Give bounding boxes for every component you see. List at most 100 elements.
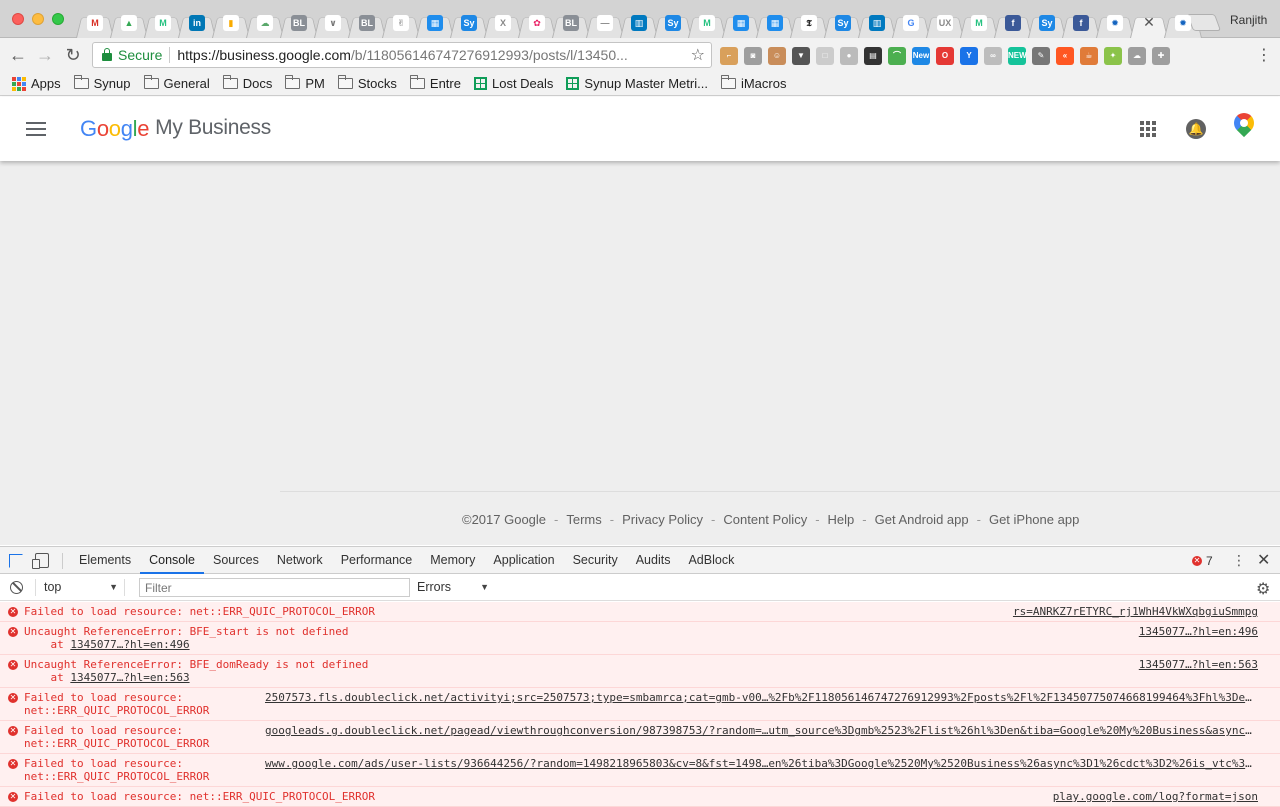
tab-audits[interactable]: Audits [627, 547, 680, 574]
browser-tab[interactable]: BL [554, 7, 588, 38]
dot-icon[interactable]: ● [840, 47, 858, 65]
arrow-icon[interactable]: « [1056, 47, 1074, 65]
browser-tab[interactable]: ▥ [622, 7, 656, 38]
browser-tab[interactable]: ▦ [724, 7, 758, 38]
window-close-button[interactable] [12, 13, 24, 25]
grammarly-new-icon[interactable]: NEW [1008, 47, 1027, 65]
tab-performance[interactable]: Performance [332, 547, 422, 574]
java-icon[interactable]: ☕ [1080, 47, 1098, 65]
bookmark-star-icon[interactable]: ☆ [691, 45, 705, 65]
browser-tab[interactable]: M [146, 7, 180, 38]
error-counter[interactable]: ✕ 7 [1192, 554, 1213, 568]
browser-tab[interactable]: Sy [826, 7, 860, 38]
browser-tab[interactable]: ☁ [248, 7, 282, 38]
context-selector[interactable]: top ▼ [35, 579, 125, 596]
source-link[interactable]: 1345077…?hl=en:563 [1139, 658, 1258, 671]
footer-link[interactable]: Content Policy [723, 512, 807, 527]
browser-tab[interactable]: G [894, 7, 928, 38]
browser-tab[interactable]: UX [928, 7, 962, 38]
stack-link[interactable]: 1345077…?hl=en:563 [70, 671, 189, 684]
browser-tab[interactable]: 𝕿 [792, 7, 826, 38]
browser-tab[interactable]: ▦ [418, 7, 452, 38]
bookmark-apps[interactable]: Apps [12, 76, 61, 91]
source-link[interactable]: www.google.com/ads/user-lists/936644256/… [265, 757, 1258, 770]
source-link[interactable]: googleads.g.doubleclick.net/pagead/viewt… [265, 724, 1258, 737]
browser-tab[interactable]: ▮ [214, 7, 248, 38]
stack-link[interactable]: 1345077…?hl=en:496 [70, 638, 189, 651]
bookmark-synup-master-metri[interactable]: Synup Master Metri... [566, 76, 708, 91]
camera-icon[interactable]: ◙ [744, 47, 762, 65]
browser-tab[interactable]: BL [350, 7, 384, 38]
cloud-grey-icon[interactable]: ☁ [1128, 47, 1146, 65]
console-filter-input[interactable] [139, 578, 410, 597]
swirl-icon[interactable]: ∞ [984, 47, 1002, 65]
tab-network[interactable]: Network [268, 547, 332, 574]
tab-memory[interactable]: Memory [421, 547, 484, 574]
reload-icon[interactable]: ↻ [63, 45, 83, 65]
source-link[interactable]: 2507573.fls.doubleclick.net/activityi;sr… [265, 691, 1258, 704]
pocket-icon[interactable]: ▼ [792, 47, 810, 65]
browser-tab[interactable]: ✌ [384, 7, 418, 38]
window-minimize-button[interactable] [32, 13, 44, 25]
forward-arrow-icon[interactable]: → [35, 45, 55, 65]
browser-tab[interactable]: M [78, 7, 112, 38]
active-tab[interactable]: ✕ [1132, 7, 1166, 38]
log-level-selector[interactable]: Errors ▼ [410, 579, 495, 596]
bookmark-stocks[interactable]: Stocks [337, 75, 397, 91]
browser-tab[interactable]: ▦ [758, 7, 792, 38]
browser-tab[interactable]: — [588, 7, 622, 38]
browser-tab[interactable]: Sy [656, 7, 690, 38]
bookmark-synup[interactable]: Synup [73, 75, 131, 91]
tab-application[interactable]: Application [484, 547, 563, 574]
footer-link[interactable]: Get Android app [875, 512, 969, 527]
bookmark-imacros[interactable]: iMacros [720, 75, 786, 91]
devtools-close-icon[interactable]: ✕ [1257, 550, 1270, 570]
source-link[interactable]: 1345077…?hl=en:496 [1139, 625, 1258, 638]
source-link[interactable]: play.google.com/log?format=json [1053, 790, 1258, 803]
account-pin-icon[interactable] [1229, 108, 1259, 138]
footer-link[interactable]: Terms [566, 512, 601, 527]
browser-tab[interactable]: Sy [1030, 7, 1064, 38]
new-tab-button[interactable] [1186, 14, 1222, 31]
browser-tab[interactable]: f [996, 7, 1030, 38]
device-toolbar-icon[interactable] [32, 553, 49, 569]
browser-tab[interactable]: ✿ [520, 7, 554, 38]
bookmark-lost-deals[interactable]: Lost Deals [473, 76, 553, 91]
browser-tab[interactable]: f [1064, 7, 1098, 38]
browser-tab[interactable]: ▥ [860, 7, 894, 38]
tab-adblock[interactable]: AdBlock [679, 547, 743, 574]
console-settings-gear-icon[interactable]: ⚙ [1256, 579, 1270, 599]
back-arrow-icon[interactable]: ← [8, 45, 28, 65]
browser-tab[interactable]: ✹ [1098, 7, 1132, 38]
browser-tab[interactable]: X [486, 7, 520, 38]
bookmark-pm[interactable]: PM [285, 75, 325, 91]
browser-tab[interactable]: in [180, 7, 214, 38]
tab-console[interactable]: Console [140, 547, 204, 574]
hamburger-menu-icon[interactable] [26, 122, 46, 136]
new-badge-icon[interactable]: New [912, 47, 930, 65]
footer-link[interactable]: Help [828, 512, 855, 527]
rainbow-icon[interactable]: ⌒ [888, 47, 906, 65]
inspect-element-icon[interactable] [9, 554, 23, 568]
opera-icon[interactable]: O [936, 47, 954, 65]
source-link[interactable]: rs=ANRKZ7rETYRC_rj1WhH4VkWXqbgiuSmmpg [1013, 605, 1258, 618]
profile-name[interactable]: Ranjith [1230, 13, 1267, 27]
square-icon[interactable]: □ [816, 47, 834, 65]
window-zoom-button[interactable] [52, 13, 64, 25]
puzzle-icon[interactable]: ✚ [1152, 47, 1170, 65]
browser-tab[interactable]: M [962, 7, 996, 38]
browser-tab[interactable]: BL [282, 7, 316, 38]
face-icon[interactable]: ☺ [768, 47, 786, 65]
footer-link[interactable]: Get iPhone app [989, 512, 1079, 527]
browser-tab[interactable]: ∨ [316, 7, 350, 38]
google-apps-grid-icon[interactable] [1140, 121, 1156, 137]
bookmark-general[interactable]: General [143, 75, 210, 91]
bee-icon[interactable]: ✦ [1104, 47, 1122, 65]
dropper-icon[interactable]: ✎ [1032, 47, 1050, 65]
gmb-logo[interactable]: Google My Business [80, 116, 271, 142]
clear-console-icon[interactable] [10, 581, 23, 594]
footer-link[interactable]: Privacy Policy [622, 512, 703, 527]
close-icon[interactable]: ✕ [1143, 14, 1155, 31]
notifications-bell-icon[interactable]: 🔔 [1186, 119, 1206, 139]
devtools-menu-icon[interactable]: ⋮ [1232, 552, 1246, 569]
